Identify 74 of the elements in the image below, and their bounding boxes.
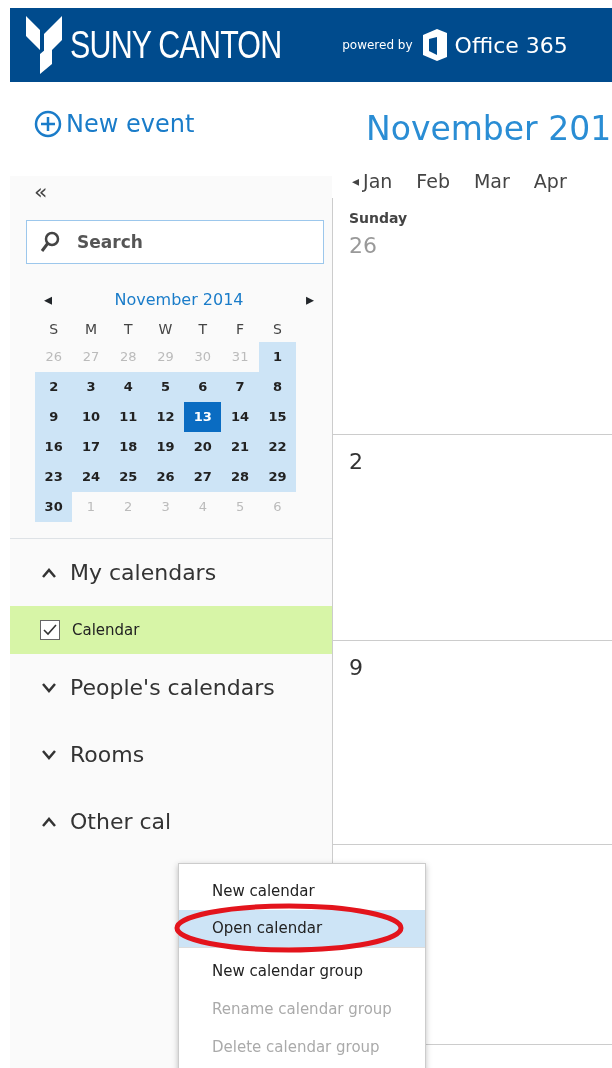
month-link[interactable]: ◂ Jan bbox=[352, 166, 393, 196]
day-cell[interactable]: 6 bbox=[184, 372, 222, 402]
day-cell[interactable]: 18 bbox=[109, 432, 147, 462]
calendar-group-header[interactable]: Other cal bbox=[10, 788, 332, 855]
day-cell[interactable]: 30 bbox=[35, 492, 73, 522]
search-icon bbox=[40, 231, 60, 253]
day-cell[interactable]: 16 bbox=[35, 432, 73, 462]
calendar-group-header[interactable]: Rooms bbox=[10, 721, 332, 788]
menu-item[interactable]: New calendar group bbox=[179, 952, 425, 990]
weekday-label: S bbox=[48, 319, 60, 339]
weekday-label: T bbox=[122, 319, 134, 339]
month-link[interactable]: Mar bbox=[473, 166, 510, 196]
collapse-button[interactable]: « bbox=[34, 180, 58, 204]
brand-name: SUNY CANTON bbox=[70, 22, 282, 68]
weekday-label: M bbox=[83, 319, 98, 339]
previous-arrow-icon: ◂ bbox=[352, 170, 360, 192]
day-cell[interactable]: 1 bbox=[258, 342, 297, 372]
group-label: My calendars bbox=[70, 559, 217, 587]
previous-month-button[interactable]: ◂ bbox=[44, 288, 53, 312]
powered-by-text: powered by bbox=[342, 37, 413, 54]
month-link[interactable]: Apr bbox=[533, 166, 567, 196]
office-logo-icon bbox=[420, 29, 447, 61]
day-cell[interactable]: 29 bbox=[258, 462, 297, 492]
date-number: 2 bbox=[349, 448, 364, 476]
logo-icon bbox=[26, 16, 62, 74]
day-cell[interactable]: 24 bbox=[72, 462, 110, 492]
day-cell[interactable]: 19 bbox=[146, 432, 185, 462]
day-cell[interactable]: 15 bbox=[258, 402, 297, 432]
weekday-label: T bbox=[197, 319, 209, 339]
day-cell[interactable]: 2 bbox=[35, 372, 73, 402]
day-cell[interactable]: 9 bbox=[35, 402, 73, 432]
day-cell[interactable]: 20 bbox=[184, 432, 222, 462]
checkmark-icon bbox=[43, 624, 57, 636]
search-field[interactable]: Search bbox=[26, 220, 324, 264]
day-header: Sunday bbox=[349, 209, 409, 228]
add-icon bbox=[34, 110, 62, 138]
day-cell[interactable]: 23 bbox=[35, 462, 73, 492]
day-cell[interactable]: 14 bbox=[221, 402, 259, 432]
day-cell[interactable]: 12 bbox=[146, 402, 185, 432]
day-cell[interactable]: 11 bbox=[109, 402, 147, 432]
calendar-label: Calendar bbox=[72, 619, 140, 641]
calendar-group-header[interactable]: People's calendars bbox=[10, 654, 332, 721]
weekday-label: W bbox=[157, 319, 174, 339]
day-cell[interactable]: 28 bbox=[221, 462, 259, 492]
day-cell[interactable]: 4 bbox=[109, 372, 147, 402]
day-cell[interactable]: 5 bbox=[146, 372, 185, 402]
day-cell[interactable]: 8 bbox=[258, 372, 297, 402]
checkbox[interactable] bbox=[40, 620, 60, 640]
day-cell[interactable]: 26 bbox=[146, 462, 185, 492]
next-month-button[interactable]: ▸ bbox=[305, 288, 314, 312]
day-cell[interactable]: 22 bbox=[258, 432, 297, 462]
mini-calendar-title: November 2014 bbox=[114, 289, 244, 311]
weekday-label: S bbox=[272, 319, 283, 339]
day-cell[interactable]: 25 bbox=[109, 462, 147, 492]
date-number: 26 bbox=[349, 232, 378, 260]
day-cell[interactable]: 27 bbox=[184, 462, 222, 492]
day-cell[interactable]: 10 bbox=[72, 402, 110, 432]
day-cell[interactable]: 7 bbox=[221, 372, 259, 402]
day-cell[interactable]: 3 bbox=[72, 372, 110, 402]
day-cell[interactable]: 13 bbox=[184, 402, 222, 432]
calendar-group-header[interactable]: My calendars bbox=[10, 539, 332, 606]
group-label: Other cal bbox=[70, 808, 172, 836]
group-label: Rooms bbox=[70, 741, 145, 769]
product-name: Office 365 bbox=[454, 31, 568, 60]
weekday-label: F bbox=[235, 319, 246, 339]
new-event-button[interactable]: New event bbox=[34, 106, 332, 142]
day-cell[interactable]: 17 bbox=[72, 432, 110, 462]
calendar-item[interactable]: Calendar bbox=[10, 606, 332, 654]
month-title: November 201 bbox=[365, 108, 612, 150]
month-link[interactable]: Feb bbox=[416, 166, 450, 196]
day-cell[interactable]: 21 bbox=[221, 432, 259, 462]
group-label: People's calendars bbox=[70, 674, 275, 702]
date-number: 9 bbox=[349, 654, 364, 682]
menu-item[interactable]: New calendar bbox=[179, 872, 425, 910]
